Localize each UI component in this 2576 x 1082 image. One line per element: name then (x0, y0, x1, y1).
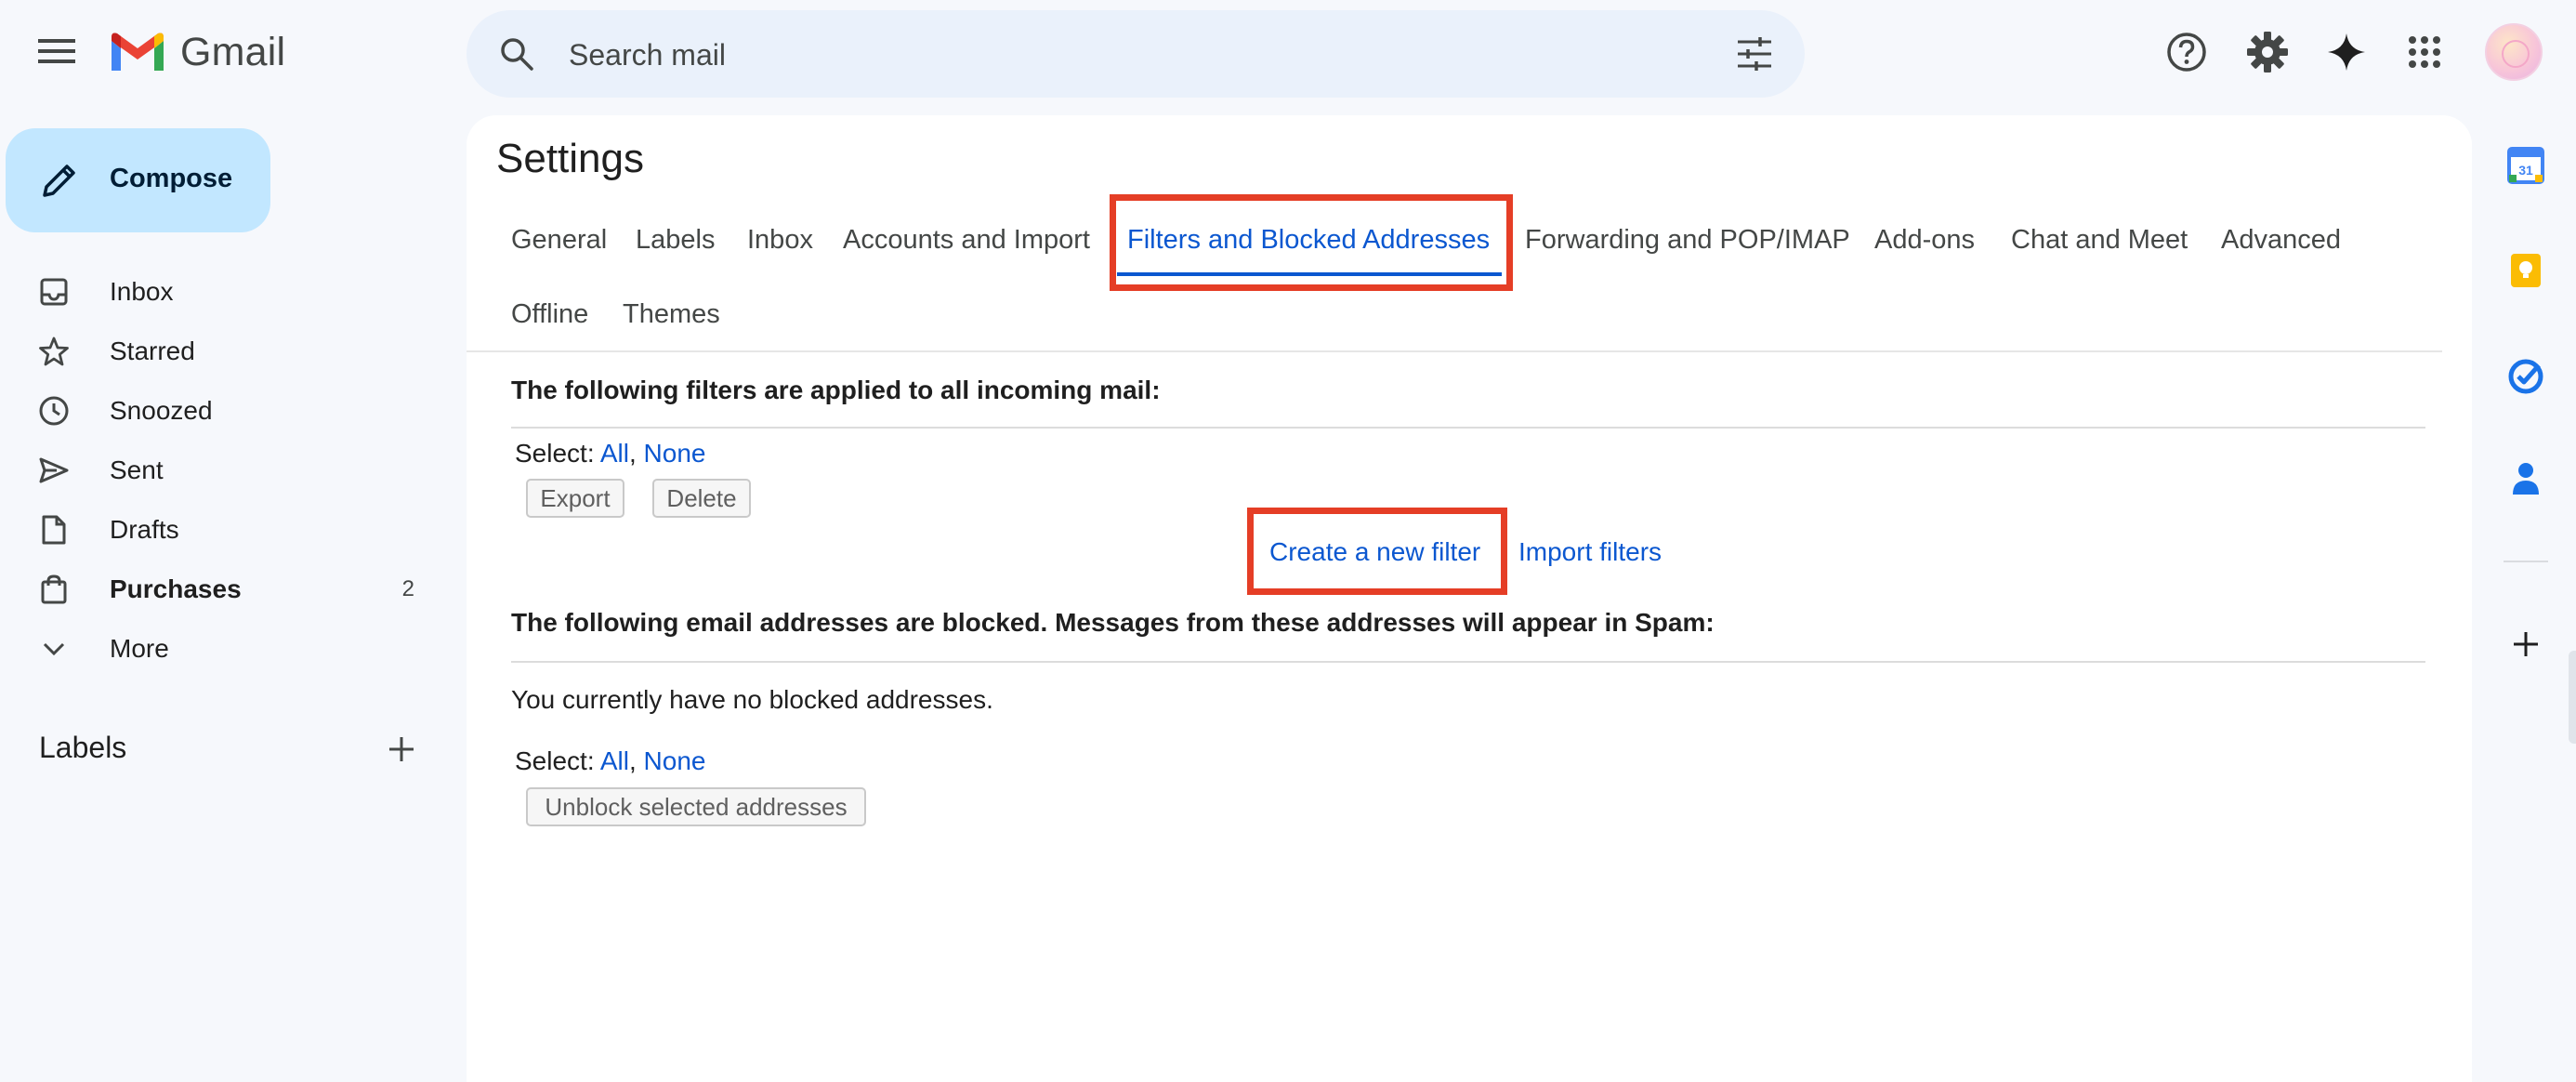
rail-divider (2504, 561, 2548, 562)
side-panel-toggle[interactable] (2569, 651, 2576, 744)
highlight-box-filters-tab (1110, 194, 1513, 291)
select-separator: , (628, 746, 637, 775)
sidebar-item-label: Drafts (110, 515, 179, 544)
tab-offline[interactable]: Offline (511, 299, 588, 330)
account-avatar[interactable] (2485, 23, 2543, 81)
add-icon (2514, 632, 2538, 656)
page-title: Settings (496, 136, 644, 181)
keep-button[interactable] (2504, 248, 2548, 293)
select-none-link[interactable]: None (644, 439, 706, 468)
shopping-bag-icon (37, 573, 71, 606)
section-divider (511, 661, 2425, 663)
tab-general[interactable]: General (511, 225, 607, 256)
sidebar-item-label: Sent (110, 455, 164, 484)
sidebar-item-label: More (110, 634, 169, 663)
settings-panel: Settings General Labels Inbox Accounts a… (467, 115, 2472, 1082)
sidebar-item-starred[interactable]: Starred (0, 322, 446, 381)
tab-forwarding-and-pop-imap[interactable]: Forwarding and POP/IMAP (1525, 225, 1850, 256)
sidebar-nav: Inbox Starred Snoozed Sent Drafts Purcha… (0, 262, 446, 679)
tab-advanced[interactable]: Advanced (2221, 225, 2341, 256)
sidebar-item-snoozed[interactable]: Snoozed (0, 381, 446, 441)
avatar-decoration (2502, 40, 2530, 68)
calendar-icon: 31 (2507, 147, 2544, 184)
hamburger-menu-icon (38, 39, 75, 63)
contacts-icon (2513, 463, 2539, 495)
select-none-link[interactable]: None (644, 746, 706, 775)
google-apps-button[interactable] (2399, 26, 2451, 78)
filters-select-row: Select: All, None (515, 439, 705, 468)
highlight-box-create-filter (1247, 508, 1507, 595)
search-icon[interactable] (494, 32, 539, 76)
sparkle-icon (2328, 33, 2365, 71)
sidebar-item-label: Snoozed (110, 396, 213, 425)
select-label: Select: (515, 439, 595, 468)
tab-chat-and-meet[interactable]: Chat and Meet (2011, 225, 2188, 256)
gear-icon (2247, 32, 2288, 73)
svg-text:31: 31 (2518, 163, 2533, 178)
inbox-icon (37, 275, 71, 309)
filters-heading: The following filters are applied to all… (511, 376, 1161, 404)
chevron-down-icon (37, 632, 71, 666)
unread-count: 2 (401, 576, 414, 601)
sidebar-item-sent[interactable]: Sent (0, 441, 446, 500)
sidebar-item-label: Inbox (110, 277, 174, 306)
compose-button[interactable]: Compose (6, 128, 270, 232)
plus-icon (389, 737, 414, 761)
send-icon (37, 454, 71, 487)
gmail-logo[interactable]: Gmail (108, 28, 285, 76)
contacts-button[interactable] (2504, 456, 2548, 501)
sidebar-item-label: Starred (110, 336, 195, 365)
tab-accounts-and-import[interactable]: Accounts and Import (843, 225, 1090, 256)
settings-button[interactable] (2241, 26, 2293, 78)
blocked-select-row: Select: All, None (515, 746, 705, 776)
tabs-divider (467, 350, 2442, 352)
tab-themes[interactable]: Themes (623, 299, 720, 330)
tab-inbox[interactable]: Inbox (747, 225, 813, 256)
sidebar-item-inbox[interactable]: Inbox (0, 262, 446, 322)
apps-grid-icon (2409, 36, 2440, 68)
gmail-m-icon (112, 33, 164, 71)
tasks-button[interactable] (2504, 354, 2548, 399)
calendar-button[interactable]: 31 (2504, 143, 2548, 188)
search-options-icon[interactable] (1732, 32, 1777, 76)
keep-icon (2511, 254, 2541, 287)
app-name: Gmail (180, 29, 286, 74)
tab-labels[interactable]: Labels (636, 225, 715, 256)
select-all-link[interactable]: All (600, 439, 629, 468)
select-label: Select: (515, 746, 595, 775)
sidebar-item-purchases[interactable]: Purchases 2 (0, 560, 446, 619)
search-input[interactable] (567, 29, 1686, 81)
search-bar[interactable] (467, 10, 1805, 98)
no-blocked-addresses-text: You currently have no blocked addresses. (511, 685, 993, 714)
select-separator: , (628, 439, 637, 468)
compose-label: Compose (110, 164, 233, 193)
blocked-heading: The following email addresses are blocke… (511, 608, 1715, 637)
sidebar-item-more[interactable]: More (0, 619, 446, 679)
draft-icon (37, 513, 71, 547)
help-button[interactable] (2161, 26, 2213, 78)
unblock-selected-button[interactable]: Unblock selected addresses (526, 787, 866, 826)
select-all-link[interactable]: All (600, 746, 629, 775)
get-add-ons-button[interactable] (2504, 622, 2548, 666)
export-button[interactable]: Export (526, 479, 624, 518)
star-icon (37, 335, 71, 368)
sidebar-item-label: Purchases (110, 574, 242, 603)
create-label-button[interactable] (379, 727, 424, 772)
sidebar-item-drafts[interactable]: Drafts (0, 500, 446, 560)
help-icon (2167, 33, 2206, 72)
labels-heading: Labels (39, 731, 127, 764)
tab-add-ons[interactable]: Add-ons (1874, 225, 1975, 256)
section-divider (511, 427, 2425, 429)
import-filters-link[interactable]: Import filters (1518, 537, 1662, 567)
clock-icon (37, 394, 71, 428)
gemini-button[interactable] (2320, 26, 2372, 78)
pencil-icon (43, 165, 75, 197)
main-menu-button[interactable] (26, 20, 87, 82)
tasks-icon (2508, 359, 2543, 394)
delete-button[interactable]: Delete (652, 479, 751, 518)
